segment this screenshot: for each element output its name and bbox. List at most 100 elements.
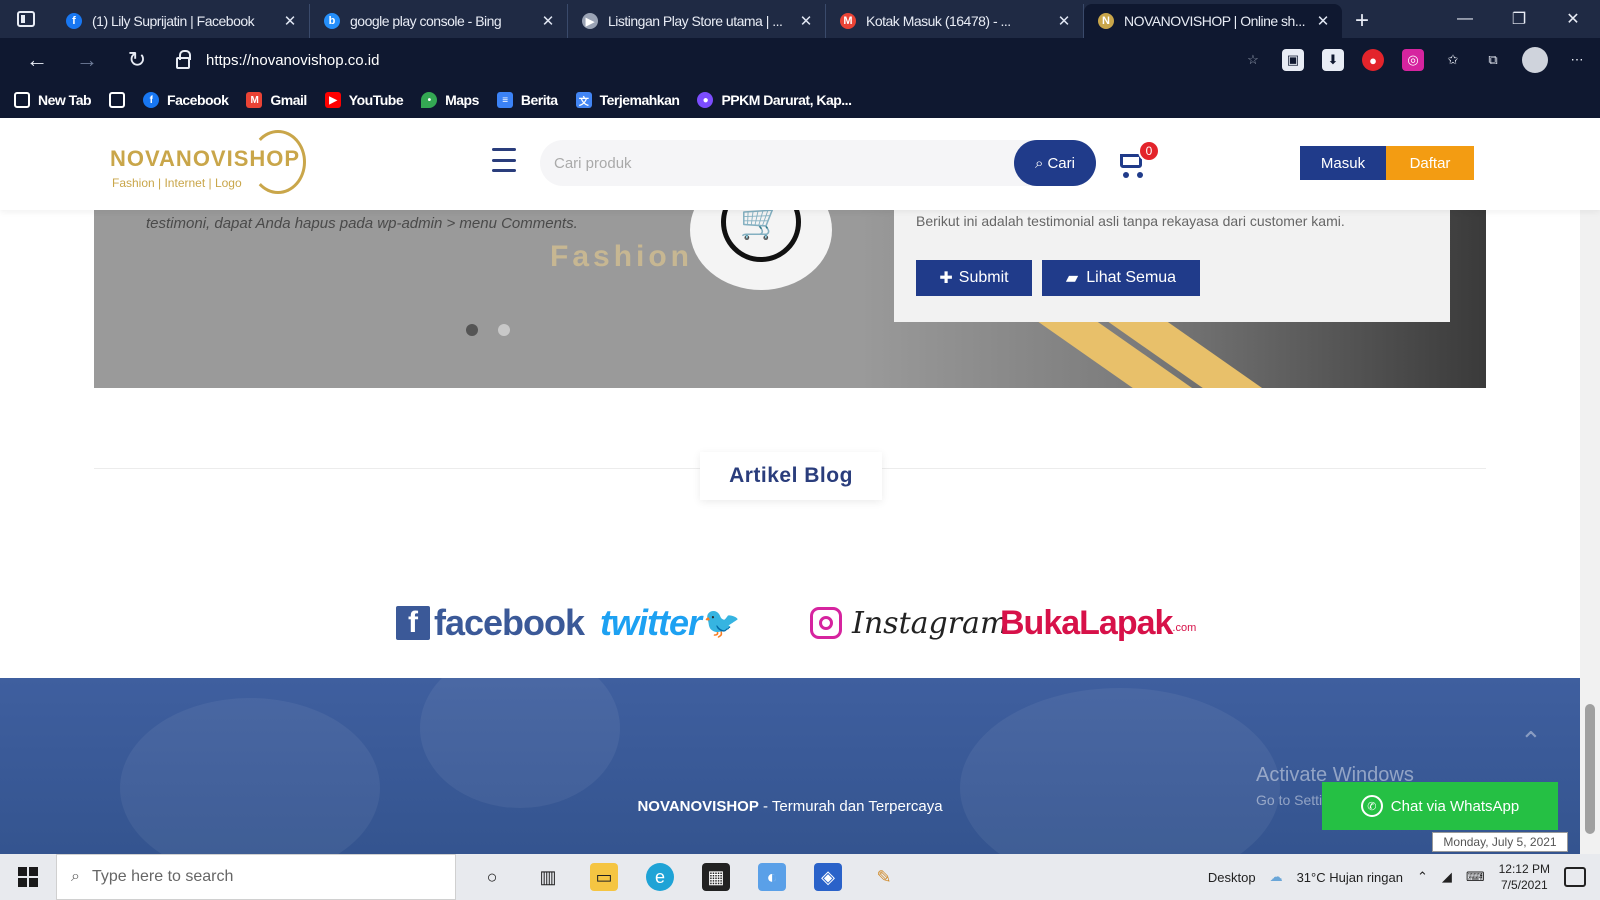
- instagram-extension-icon[interactable]: ◎: [1402, 49, 1424, 71]
- back-arrow-icon[interactable]: ←: [12, 47, 62, 73]
- register-button[interactable]: Daftar: [1386, 146, 1474, 180]
- date-tooltip: Monday, July 5, 2021: [1432, 832, 1568, 852]
- cortana-icon[interactable]: ○: [478, 863, 506, 891]
- testimonial-banner: testimoni, dapat Anda hapus pada wp-admi…: [94, 210, 1486, 388]
- tab-actions-icon[interactable]: [0, 0, 52, 38]
- bookmark-news[interactable]: ≡ Berita: [496, 92, 558, 108]
- network-icon[interactable]: ◢: [1442, 869, 1452, 885]
- minimize-icon[interactable]: —: [1438, 10, 1492, 28]
- browser-tab[interactable]: f (1) Lily Suprijatin | Facebook ✕: [52, 4, 310, 38]
- lock-icon[interactable]: [176, 50, 191, 69]
- page-icon: [14, 92, 30, 108]
- profile-avatar[interactable]: [1522, 47, 1548, 73]
- facebook-icon: f: [66, 13, 82, 29]
- bookmark-facebook[interactable]: f Facebook: [143, 92, 229, 108]
- submit-testimonial-button[interactable]: ✚ Submit: [916, 260, 1032, 296]
- close-icon[interactable]: ✕: [539, 12, 557, 30]
- bookmark-gmail[interactable]: M Gmail: [246, 92, 307, 108]
- instagram-icon: [810, 607, 842, 639]
- tab-title: (1) Lily Suprijatin | Facebook: [92, 13, 255, 29]
- cart-wheel-shape: [1137, 172, 1143, 178]
- slider-dot-active[interactable]: [466, 324, 478, 336]
- media-player-icon[interactable]: ◐: [758, 863, 786, 891]
- hamburger-menu-icon[interactable]: [492, 148, 516, 172]
- slider-dots: [466, 324, 510, 336]
- notification-center-icon[interactable]: [1564, 867, 1586, 887]
- search-bar: ⌕ Cari: [540, 140, 1096, 186]
- twitter-wordmark: twitter: [600, 602, 702, 643]
- taskbar-apps: ○ ▥ ▭ e ▦ ◐ ◈ ✎: [478, 863, 898, 891]
- store-icon[interactable]: ▦: [702, 863, 730, 891]
- taskbar-search[interactable]: ⌕ Type here to search: [56, 854, 456, 900]
- keyboard-icon[interactable]: ⌨: [1466, 869, 1485, 885]
- instagram-wordmark: Instagram: [852, 605, 1009, 641]
- back-to-top-icon[interactable]: ⌃: [1520, 726, 1542, 757]
- bookmark-blank[interactable]: [109, 92, 126, 108]
- site-logo[interactable]: NOVANOVISHOP Fashion | Internet | Logo: [110, 128, 310, 198]
- windows-start-icon[interactable]: [0, 854, 56, 900]
- bookmark-translate[interactable]: 文 Terjemahkan: [575, 92, 680, 108]
- whatsapp-label: Chat via WhatsApp: [1390, 797, 1520, 815]
- weather-text[interactable]: 31°C Hujan ringan: [1297, 870, 1403, 885]
- bukalapak-link[interactable]: BukaLapak .com: [1000, 598, 1196, 648]
- add-favorite-icon[interactable]: ☆: [1242, 49, 1264, 71]
- browser-tab-active[interactable]: N NOVANOVISHOP | Online sh... ✕: [1084, 4, 1342, 38]
- download-icon[interactable]: ⬇: [1322, 49, 1344, 71]
- close-window-icon[interactable]: ✕: [1546, 9, 1600, 29]
- extension-icon[interactable]: ▣: [1282, 49, 1304, 71]
- bookmark-label: Maps: [445, 92, 479, 108]
- bookmark-label: PPKM Darurat, Kap...: [721, 92, 852, 108]
- bookmark-ppkm[interactable]: ● PPKM Darurat, Kap...: [697, 92, 852, 108]
- edge-icon[interactable]: e: [646, 863, 674, 891]
- clock-date: 7/5/2021: [1500, 878, 1548, 892]
- bookmark-new-tab[interactable]: New Tab: [14, 92, 92, 108]
- search-button[interactable]: ⌕ Cari: [1014, 140, 1096, 186]
- news-icon: ≡: [496, 92, 513, 108]
- close-icon[interactable]: ✕: [1055, 12, 1073, 30]
- testimonial-box: Berikut ini adalah testimonial asli tanp…: [894, 210, 1450, 322]
- page-icon: [109, 92, 126, 108]
- browser-tab[interactable]: M Kotak Masuk (16478) - ... ✕: [826, 4, 1084, 38]
- page-scrollbar[interactable]: ▲: [1580, 118, 1600, 854]
- task-view-icon[interactable]: ▥: [534, 863, 562, 891]
- close-icon[interactable]: ✕: [797, 12, 815, 30]
- favorites-icon[interactable]: ✩: [1442, 49, 1464, 71]
- cart-icon[interactable]: 0: [1118, 140, 1160, 182]
- maps-icon: •: [421, 92, 438, 108]
- file-explorer-icon[interactable]: ▭: [590, 863, 618, 891]
- bookmark-youtube[interactable]: ▶ YouTube: [324, 92, 404, 108]
- scroll-thumb[interactable]: [1585, 704, 1595, 834]
- system-clock[interactable]: 12:12 PM 7/5/2021: [1499, 861, 1550, 893]
- bookmark-maps[interactable]: • Maps: [421, 92, 479, 108]
- footer-background-shape: [960, 688, 1280, 854]
- system-tray: Desktop ☁ 31°C Hujan ringan ⌃ ◢ ⌨ 12:12 …: [1208, 861, 1600, 893]
- collections-icon[interactable]: ⧉: [1482, 49, 1504, 71]
- view-all-testimonials-button[interactable]: ▰ Lihat Semua: [1042, 260, 1200, 296]
- chevron-up-icon[interactable]: ⌃: [1417, 869, 1428, 885]
- restore-icon[interactable]: ❐: [1492, 9, 1546, 29]
- paint-icon[interactable]: ✎: [870, 863, 898, 891]
- forward-arrow-icon[interactable]: →: [62, 47, 112, 73]
- desktop-label[interactable]: Desktop: [1208, 870, 1256, 885]
- instagram-link[interactable]: Instagram: [810, 598, 1008, 648]
- search-button-label: Cari: [1047, 154, 1075, 172]
- new-tab-button[interactable]: +: [1342, 4, 1382, 38]
- browser-tab[interactable]: ▶ Listingan Play Store utama | ... ✕: [568, 4, 826, 38]
- blog-section-title: Artikel Blog: [700, 452, 882, 500]
- adblock-icon[interactable]: ●: [1362, 49, 1384, 71]
- more-menu-icon[interactable]: ⋯: [1566, 49, 1588, 71]
- close-icon[interactable]: ✕: [281, 12, 299, 30]
- refresh-icon[interactable]: ↻: [112, 47, 162, 73]
- app-icon[interactable]: ◈: [814, 863, 842, 891]
- browser-tab[interactable]: b google play console - Bing ✕: [310, 4, 568, 38]
- login-button[interactable]: Masuk: [1300, 146, 1386, 180]
- shopping-cart-badge: 🛒: [690, 210, 832, 290]
- url-field[interactable]: https://novanovishop.co.id: [162, 44, 1102, 76]
- slider-dot[interactable]: [498, 324, 510, 336]
- close-icon[interactable]: ✕: [1314, 12, 1332, 30]
- twitter-link[interactable]: twitter 🐦: [600, 598, 740, 648]
- window-controls: — ❐ ✕: [1438, 0, 1600, 38]
- whatsapp-chat-button[interactable]: ✆ Chat via WhatsApp: [1322, 782, 1558, 830]
- facebook-link[interactable]: f facebook: [396, 598, 585, 648]
- search-input[interactable]: [554, 148, 994, 178]
